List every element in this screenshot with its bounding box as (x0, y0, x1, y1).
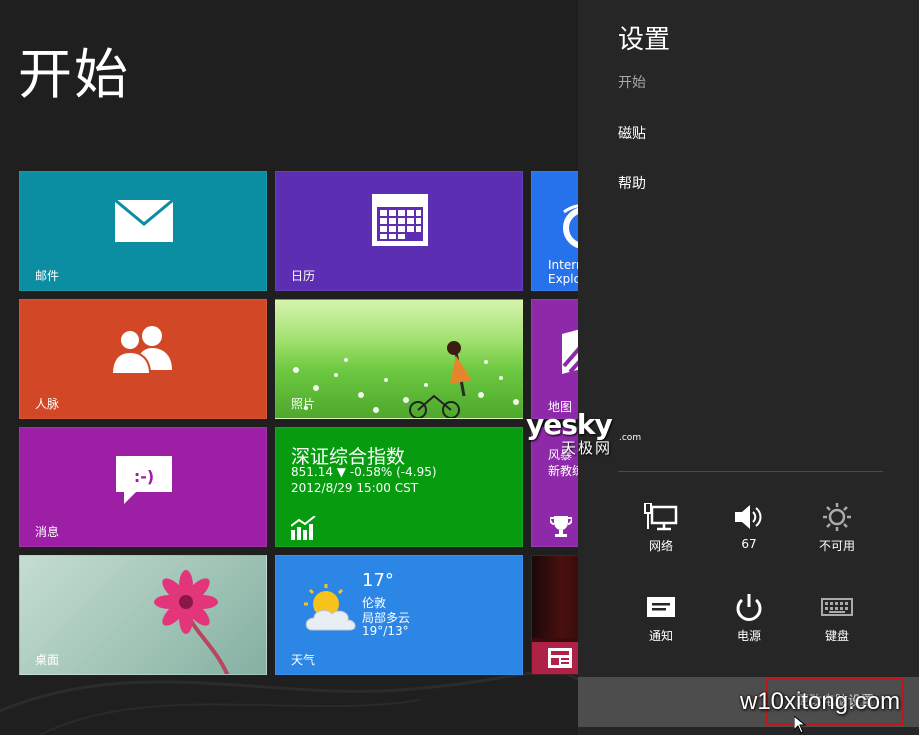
network-label: 网络 (648, 539, 673, 553)
finance-index-time: 2012/8/29 15:00 CST (291, 481, 419, 495)
tile-label-photos: 照片 (291, 397, 316, 411)
volume-button[interactable]: 67 (709, 503, 789, 551)
settings-link-tiles[interactable]: 磁贴 (618, 123, 646, 143)
tile-people[interactable]: 人脉 (19, 299, 267, 419)
tile-label-mail: 邮件 (35, 269, 60, 283)
keyboard-icon (821, 598, 853, 616)
tile-photos[interactable]: 照片 (275, 299, 523, 419)
power-button[interactable]: 电源 (709, 593, 789, 644)
notifications-icon (647, 597, 675, 617)
yesky-watermark-cn: 天极网 (561, 439, 613, 457)
finance-index-value: 851.14 ▼ -0.58% (-4.95) (291, 465, 437, 479)
news-line-2: 新教练 (548, 464, 578, 478)
tile-label-calendar: 日历 (291, 269, 316, 283)
weather-partly-cloudy-icon (304, 584, 356, 631)
brightness-button[interactable]: 不可用 (797, 503, 877, 554)
w10xitong-watermark: w10xitong.com (740, 688, 901, 715)
brightness-icon (823, 503, 851, 531)
svg-text::-): :-) (134, 467, 154, 486)
tile-desktop[interactable]: 桌面 (19, 555, 267, 675)
store-image (532, 556, 578, 638)
tile-label-weather: 天气 (291, 653, 316, 667)
trophy-icon (550, 516, 572, 537)
settings-charm-panel: 设置 开始 磁贴 帮助 网络 67 不可用 通知 电源 键盘 更改电脑设置 (578, 0, 919, 735)
tile-finance[interactable]: 深证综合指数 851.14 ▼ -0.58% (-4.95) 2012/8/29… (275, 427, 523, 547)
network-icon (644, 503, 678, 531)
notifications-button[interactable]: 通知 (621, 593, 701, 644)
tile-weather[interactable]: 17° 伦敦 局部多云 19°/13° 天气 (275, 555, 523, 675)
brightness-label: 不可用 (818, 539, 855, 553)
messaging-icon: :-) (116, 456, 172, 504)
finance-chart-icon (291, 516, 316, 540)
volume-level: 67 (741, 537, 757, 551)
settings-title: 设置 (618, 25, 671, 55)
network-button[interactable]: 网络 (621, 503, 701, 554)
keyboard-label: 键盘 (824, 629, 849, 643)
keyboard-button[interactable]: 键盘 (797, 593, 877, 644)
tile-maps[interactable]: 地图 (531, 299, 578, 419)
tile-internet-explorer[interactable]: InternExplo (531, 171, 578, 291)
ie-icon (563, 204, 578, 249)
tile-label-messaging: 消息 (35, 525, 60, 539)
start-screen: 开始 邮件 日历 InternExplo (0, 0, 578, 735)
news-reader-icon (548, 648, 572, 668)
tile-label-ie: InternExplo (548, 258, 578, 286)
people-icon (110, 326, 172, 374)
settings-context: 开始 (618, 75, 646, 91)
weather-temperature: 17° (362, 570, 394, 591)
volume-icon (735, 505, 762, 529)
yesky-watermark-domain: .com (619, 433, 642, 443)
maps-icon (562, 329, 578, 374)
mouse-cursor-icon (794, 716, 806, 734)
power-icon (736, 594, 762, 621)
calendar-icon (372, 194, 428, 246)
tile-messaging[interactable]: :-) 消息 (19, 427, 267, 547)
power-label: 电源 (736, 629, 761, 643)
weather-range: 19°/13° (362, 624, 409, 638)
tile-calendar[interactable]: 日历 (275, 171, 523, 291)
tile-label-people: 人脉 (35, 397, 60, 411)
settings-divider (618, 471, 883, 472)
start-title: 开始 (18, 43, 130, 106)
settings-link-help[interactable]: 帮助 (618, 173, 646, 193)
notifications-label: 通知 (648, 629, 673, 643)
mail-icon (115, 200, 173, 242)
tile-store[interactable] (531, 555, 578, 675)
tile-label-desktop: 桌面 (35, 653, 60, 667)
tile-mail[interactable]: 邮件 (19, 171, 267, 291)
